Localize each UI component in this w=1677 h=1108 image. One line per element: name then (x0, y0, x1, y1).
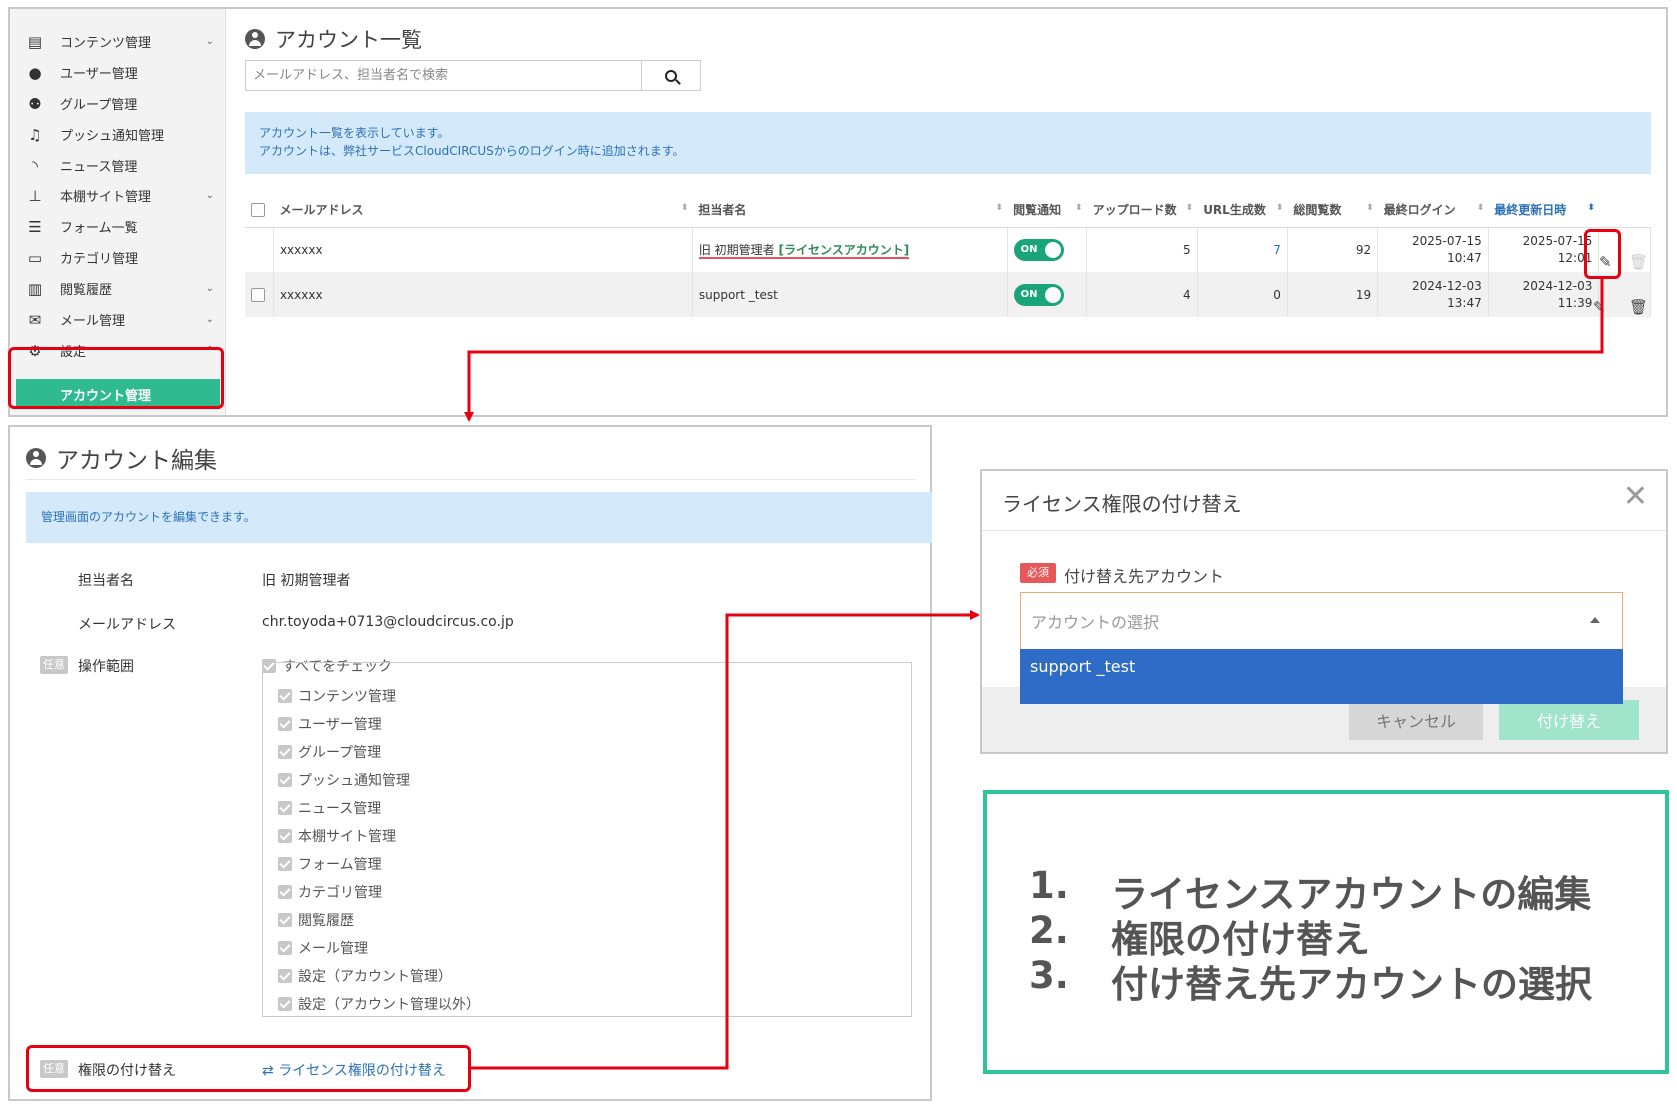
arrow-edit-to-form (464, 279, 1604, 422)
arrow-swap-to-modal (471, 610, 980, 1070)
flow-arrows (464, 279, 1604, 1070)
